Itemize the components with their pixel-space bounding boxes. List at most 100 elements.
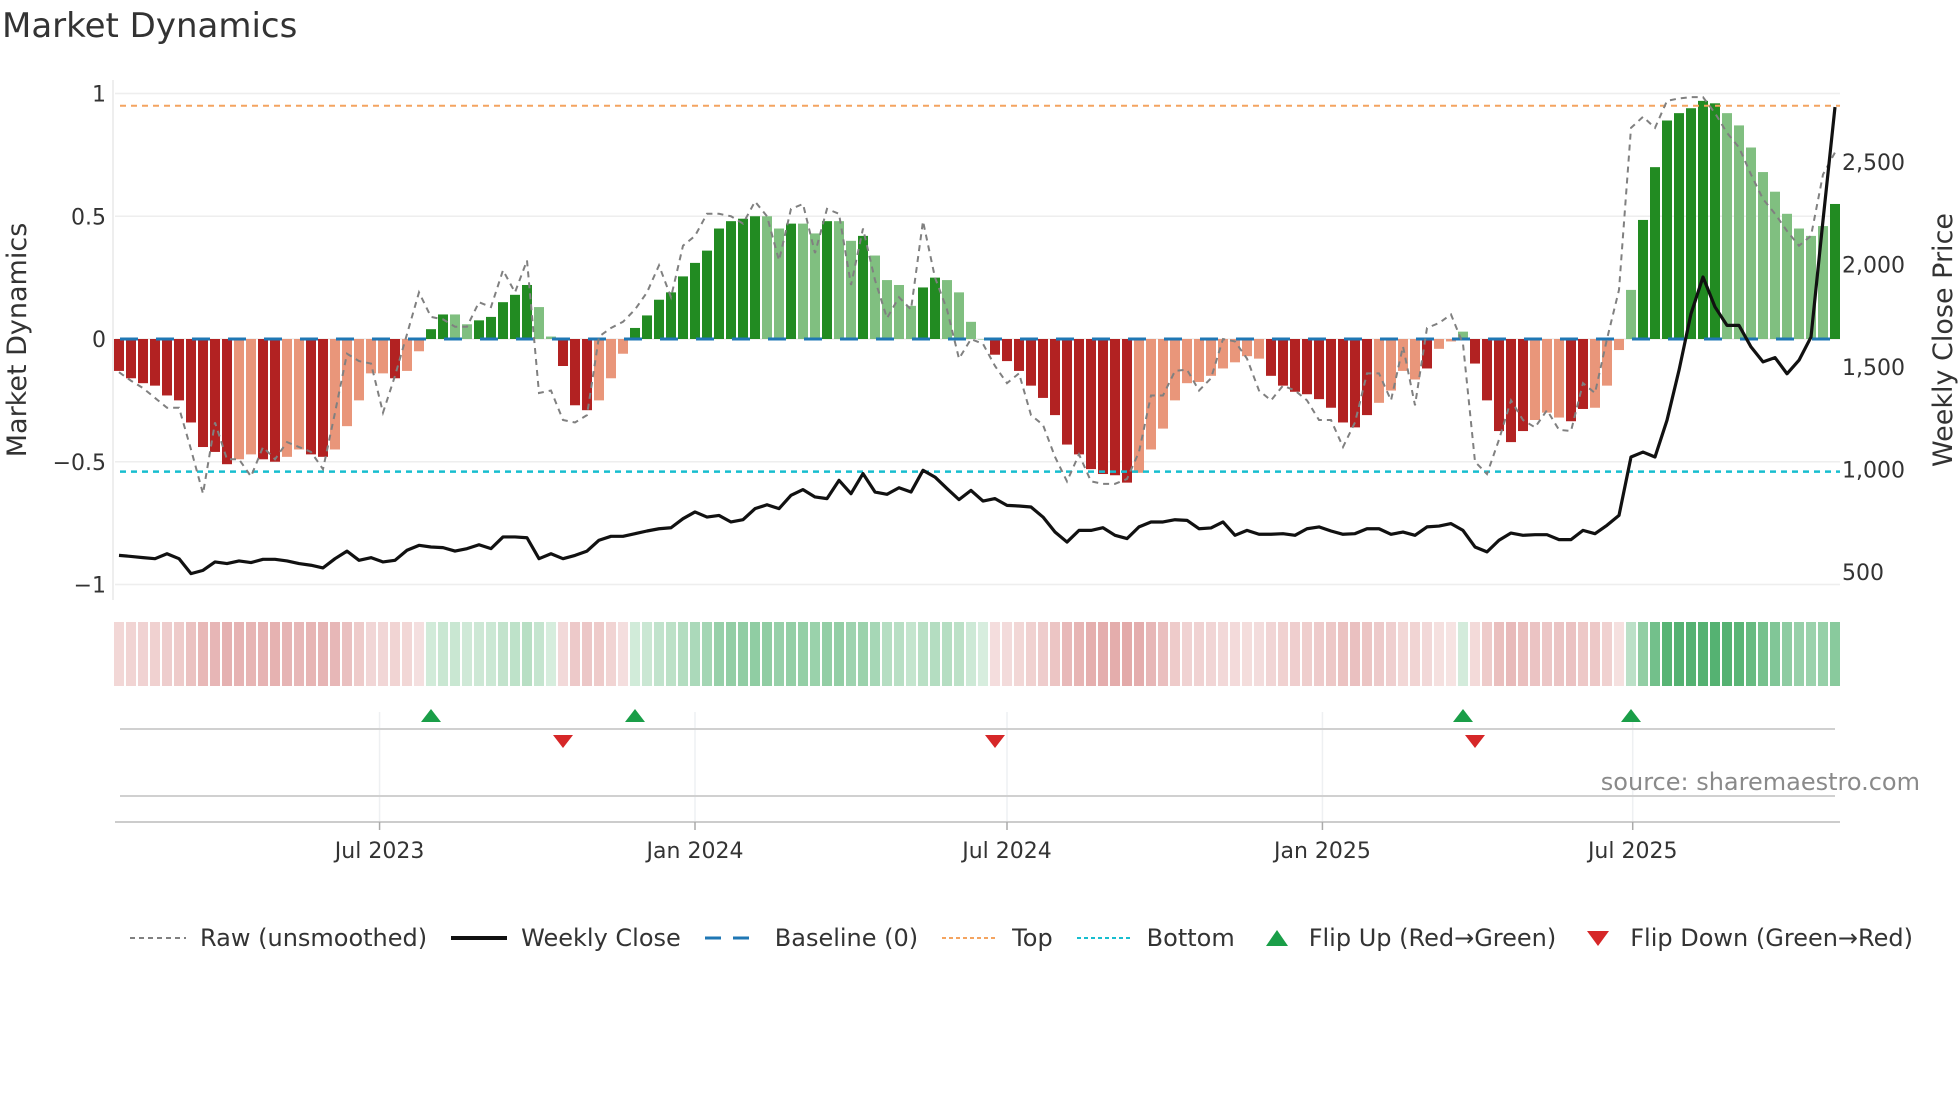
regime-cell xyxy=(1290,622,1300,686)
legend-item-flip-up[interactable]: Flip Up (Red→Green) xyxy=(1257,924,1557,952)
regime-cell xyxy=(1266,622,1276,686)
regime-cell xyxy=(906,622,916,686)
regime-cell xyxy=(1098,622,1108,686)
bar xyxy=(1374,339,1384,403)
bar xyxy=(750,216,760,339)
regime-cell xyxy=(1206,622,1216,686)
regime-cell xyxy=(1662,622,1672,686)
y2-axis-label: Weekly Close Price xyxy=(1928,213,1959,467)
bar xyxy=(150,339,160,386)
regime-cell xyxy=(1230,622,1240,686)
y2-tick-label: 1,000 xyxy=(1842,459,1905,484)
flip-up-marker xyxy=(1453,709,1473,722)
bar xyxy=(582,339,592,411)
bar xyxy=(1638,219,1648,339)
bar xyxy=(1650,167,1660,339)
legend-item-bottom[interactable]: Bottom xyxy=(1075,924,1235,952)
bar xyxy=(702,250,712,339)
regime-cell xyxy=(606,622,616,686)
bar xyxy=(1194,339,1204,382)
regime-cell xyxy=(1278,622,1288,686)
bar xyxy=(1506,339,1516,443)
bar xyxy=(1470,339,1480,364)
bar xyxy=(126,339,136,379)
legend-item-baseline[interactable]: Baseline (0) xyxy=(703,924,918,952)
bar xyxy=(618,339,628,354)
regime-cell xyxy=(822,622,832,686)
regime-cell xyxy=(1638,622,1648,686)
bar xyxy=(486,316,496,339)
legend-item-close[interactable]: Weekly Close xyxy=(449,924,681,952)
regime-cell xyxy=(450,622,460,686)
regime-cell xyxy=(1062,622,1072,686)
bar xyxy=(438,314,448,339)
bar xyxy=(738,218,748,339)
y2-tick-label: 2,500 xyxy=(1842,151,1905,176)
y-axis-label: Market Dynamics xyxy=(2,223,33,458)
close-swatch-icon xyxy=(451,936,508,940)
regime-cell xyxy=(1026,622,1036,686)
regime-cell xyxy=(174,622,184,686)
bar xyxy=(654,299,664,339)
regime-cell xyxy=(234,622,244,686)
regime-cell xyxy=(1302,622,1312,686)
bars xyxy=(114,100,1840,483)
flip-down-marker xyxy=(985,735,1005,748)
bottom-swatch-icon xyxy=(1076,937,1133,939)
bar xyxy=(318,339,328,457)
regime-cell xyxy=(630,622,640,686)
bar xyxy=(1722,113,1732,339)
legend-item-top[interactable]: Top xyxy=(940,924,1053,952)
bar xyxy=(1026,339,1036,386)
regime-cell xyxy=(294,622,304,686)
regime-cell xyxy=(1086,622,1096,686)
bar xyxy=(342,339,352,427)
legend-label: Flip Up (Red→Green) xyxy=(1308,924,1557,952)
regime-cell xyxy=(1470,622,1480,686)
bar xyxy=(834,221,844,339)
regime-cell xyxy=(270,622,280,686)
bar xyxy=(1578,339,1588,409)
regime-cell xyxy=(534,622,544,686)
bar xyxy=(198,339,208,448)
bar xyxy=(1002,339,1012,362)
regime-cell xyxy=(930,622,940,686)
bar xyxy=(1122,339,1132,483)
regime-cell xyxy=(654,622,664,686)
regime-cell xyxy=(1458,622,1468,686)
bar xyxy=(270,339,280,462)
bar xyxy=(282,339,292,457)
bar xyxy=(306,339,316,455)
regime-cell xyxy=(1350,622,1360,686)
bar xyxy=(1674,113,1684,339)
bar xyxy=(1182,339,1192,384)
bar xyxy=(1134,339,1144,473)
regime-cell xyxy=(1146,622,1156,686)
bar xyxy=(1338,339,1348,423)
regime-cell xyxy=(834,622,844,686)
bar xyxy=(846,240,856,339)
regime-cell xyxy=(198,622,208,686)
bar xyxy=(1254,339,1264,359)
bar xyxy=(1566,339,1576,422)
regime-cell xyxy=(1482,622,1492,686)
regime-cell xyxy=(1794,622,1804,686)
legend-item-raw[interactable]: Raw (unsmoothed) xyxy=(128,924,427,952)
regime-cell xyxy=(162,622,172,686)
bar xyxy=(426,329,436,339)
y-tick-label: −1 xyxy=(74,574,106,599)
y2-tick-label: 2,000 xyxy=(1842,254,1905,279)
x-tick-label: Jul 2023 xyxy=(333,839,425,864)
regime-cell xyxy=(1386,622,1396,686)
bar xyxy=(798,223,808,339)
regime-cell xyxy=(486,622,496,686)
regime-cell xyxy=(1566,622,1576,686)
bar xyxy=(1038,339,1048,398)
regime-cell xyxy=(1722,622,1732,686)
regime-cell xyxy=(438,622,448,686)
bar xyxy=(906,305,916,339)
regime-cell xyxy=(1410,622,1420,686)
bar xyxy=(762,216,772,339)
regime-cell xyxy=(546,622,556,686)
legend-item-flip-down[interactable]: Flip Down (Green→Red) xyxy=(1578,924,1913,952)
